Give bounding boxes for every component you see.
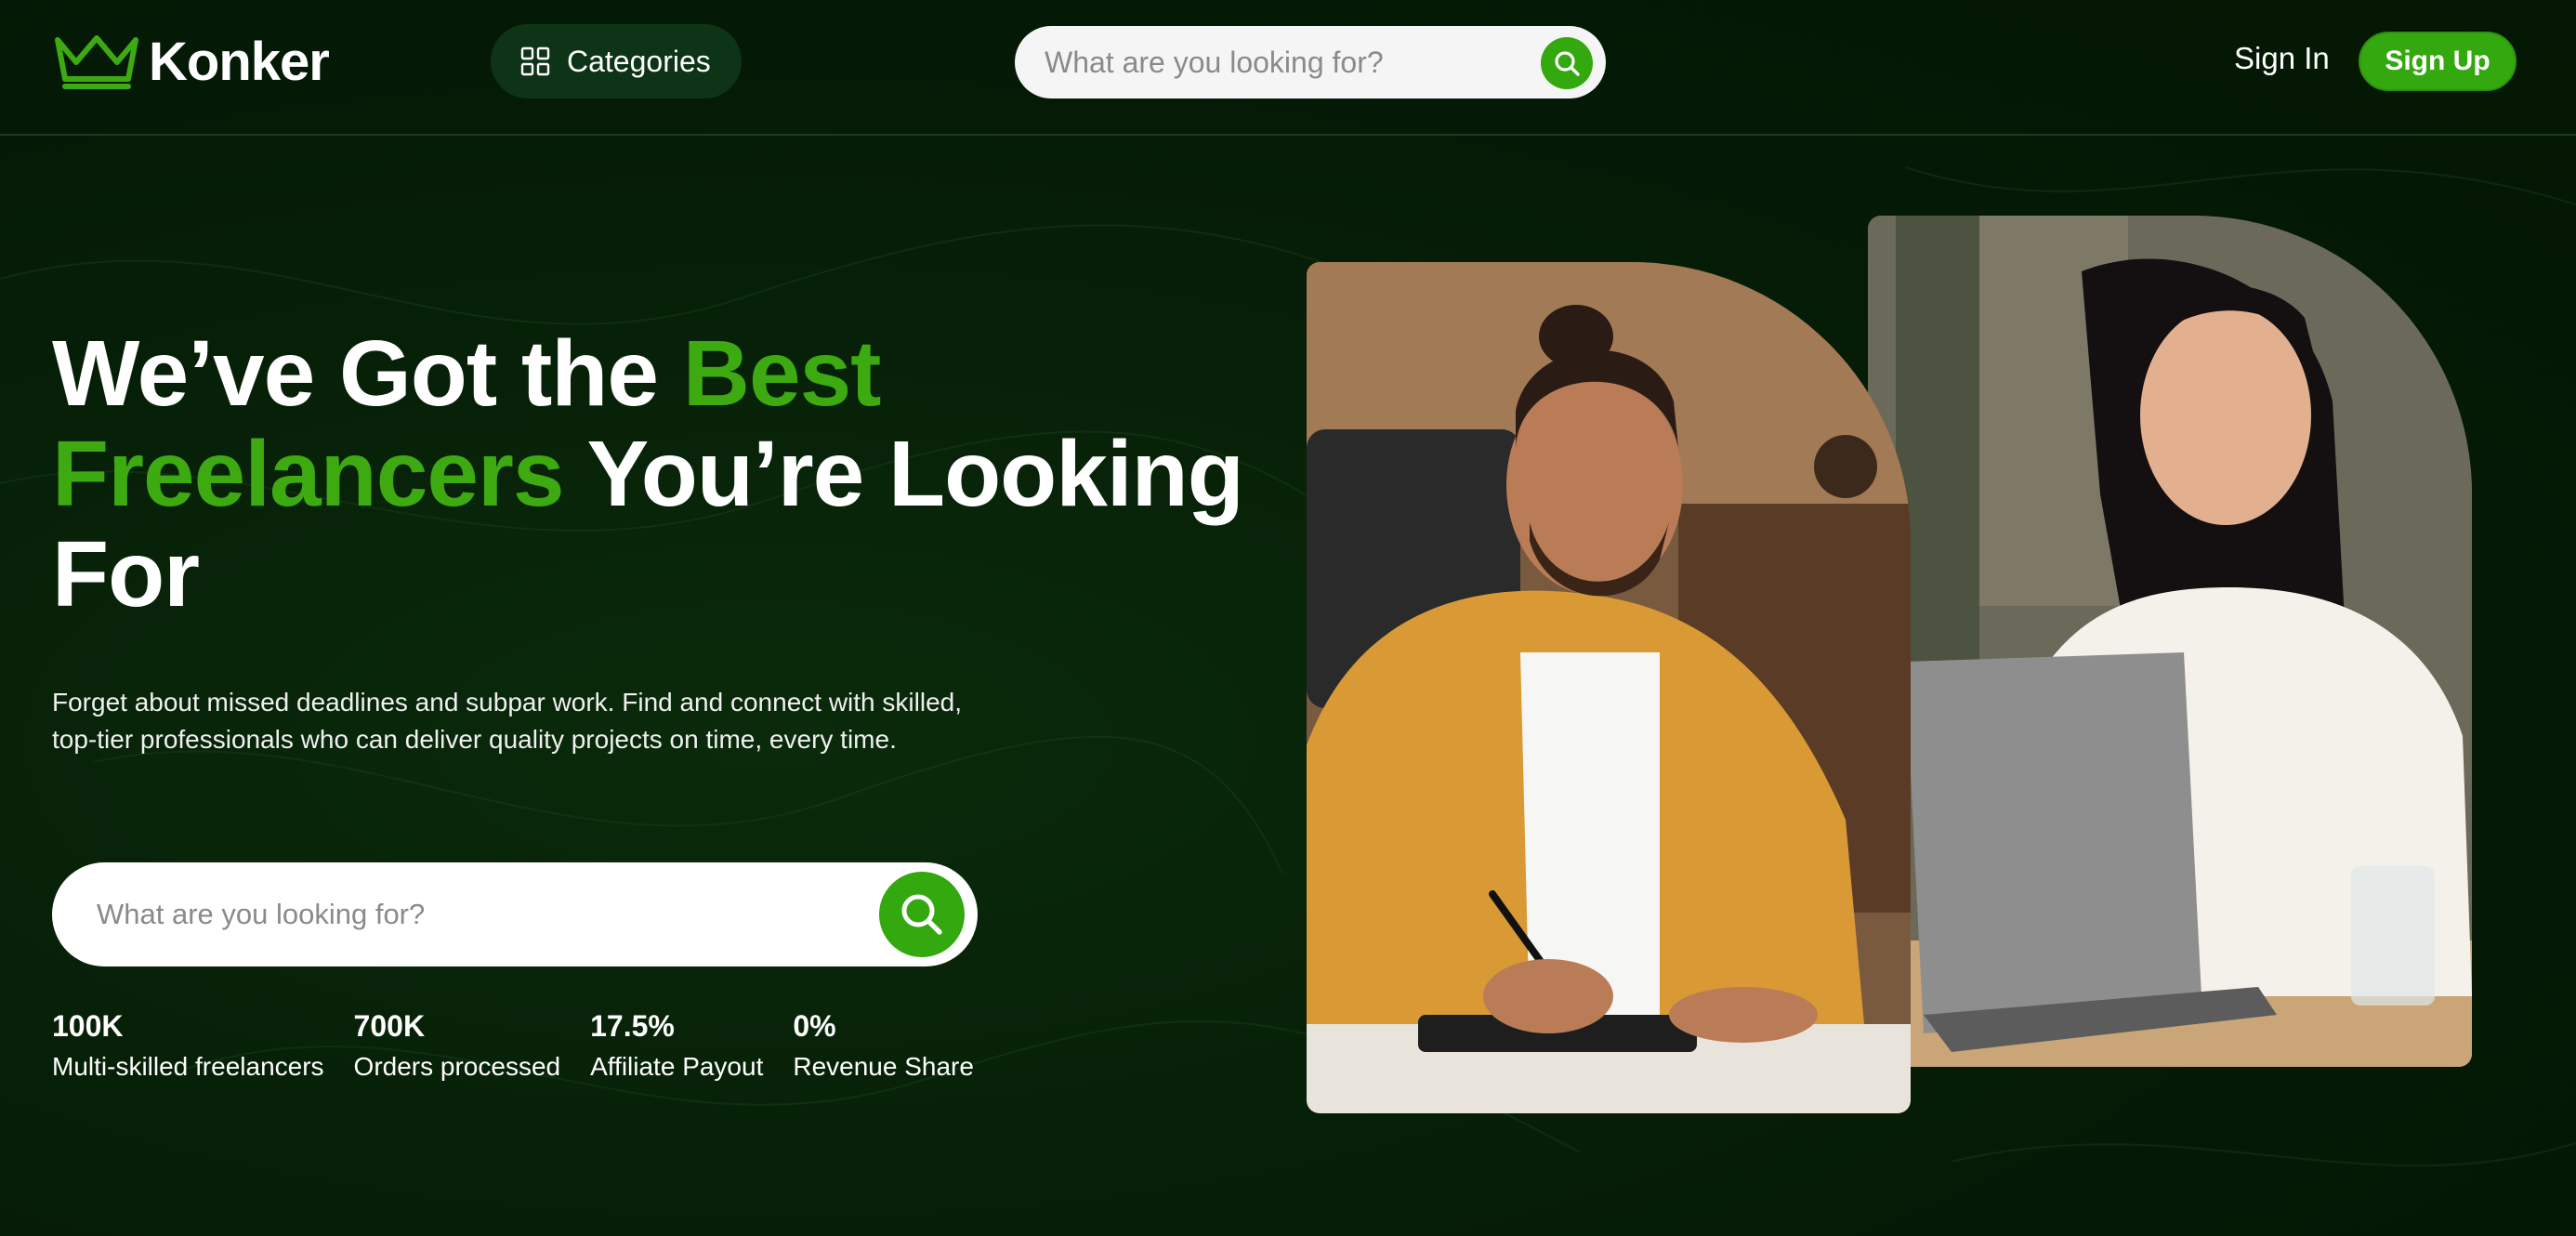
header-search-button[interactable] — [1541, 37, 1593, 89]
stat-item: 17.5% Affiliate Payout — [590, 1007, 763, 1087]
stat-label: Multi-skilled freelancers — [52, 1052, 324, 1081]
categories-label: Categories — [567, 44, 711, 78]
stat-value: 700K — [353, 1009, 426, 1043]
hero-headline: We’ve Got the Best Freelancers You’re Lo… — [52, 323, 1260, 625]
site-header: Konker Categories Sign In — [0, 0, 2576, 136]
search-icon — [1555, 51, 1580, 76]
crown-icon — [55, 35, 138, 89]
stat-value: 100K — [52, 1009, 124, 1043]
stat-value: 0% — [793, 1009, 836, 1043]
hero-search-button[interactable] — [879, 872, 965, 957]
freelancer-photo-woman — [1868, 216, 2472, 1067]
categories-button[interactable]: Categories — [491, 24, 742, 99]
search-icon — [901, 894, 942, 935]
hero-search-input[interactable] — [97, 898, 840, 931]
stats-row: 100K Multi-skilled freelancers 700K Orde… — [52, 1007, 1004, 1087]
stat-label: Affiliate Payout — [590, 1052, 764, 1081]
headline-part1: We’ve Got the — [52, 322, 683, 426]
sign-in-link[interactable]: Sign In — [2234, 41, 2330, 76]
grid-icon — [520, 46, 550, 76]
header-search-bar — [1015, 26, 1606, 99]
stat-label: Orders processed — [353, 1052, 561, 1081]
logo-text: Konker — [149, 31, 330, 92]
stat-label: Revenue Share — [793, 1052, 974, 1081]
stat-value: 17.5% — [590, 1009, 675, 1043]
header-search-input[interactable] — [1045, 45, 1528, 80]
freelancer-photo-man — [1307, 262, 1911, 1113]
hero-subtext: Forget about missed deadlines and subpar… — [52, 688, 962, 754]
landing-page: Konker Categories Sign In — [0, 0, 2576, 1236]
stat-item: 0% Revenue Share — [793, 1007, 974, 1087]
man-illustration — [1307, 262, 1911, 1113]
logo[interactable]: Konker — [52, 30, 330, 93]
stat-item: 100K Multi-skilled freelancers — [52, 1007, 324, 1087]
stat-item: 700K Orders processed — [354, 1007, 561, 1087]
hero-search-bar — [52, 862, 978, 966]
sign-up-button[interactable]: Sign Up — [2359, 32, 2517, 91]
woman-illustration — [1868, 216, 2472, 1067]
